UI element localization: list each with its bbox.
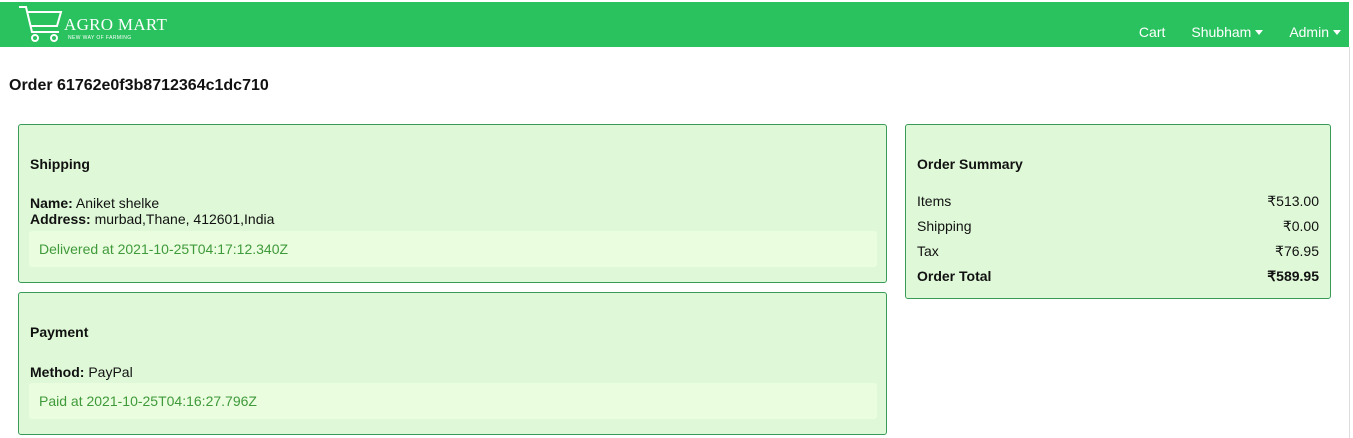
- summary-value: ₹0.00: [1282, 218, 1319, 234]
- caret-down-icon: [1333, 30, 1341, 35]
- payment-method: Method: PayPal: [30, 364, 133, 380]
- summary-row-total: Order Total ₹589.95: [917, 268, 1319, 286]
- nav-cart-link[interactable]: Cart: [1139, 24, 1165, 40]
- summary-label: Tax: [917, 243, 939, 259]
- shipping-name: Name: Aniket shelke: [30, 195, 159, 211]
- payment-status: Paid at 2021-10-25T04:16:27.796Z: [29, 383, 877, 419]
- shipping-address: Address: murbad,Thane, 412601,India: [30, 211, 274, 227]
- summary-row-tax: Tax ₹76.95: [917, 243, 1319, 261]
- shipping-card: Shipping Name: Aniket shelke Address: mu…: [18, 124, 887, 283]
- nav-menu: Cart Shubham Admin: [1113, 24, 1341, 40]
- name-value: Aniket shelke: [75, 195, 160, 211]
- summary-label: Order Total: [917, 268, 992, 284]
- page-title: Order 61762e0f3b8712364c1dc710: [9, 77, 269, 94]
- navbar: AGRO MART NEW WAY OF FARMING Cart Shubha…: [0, 2, 1349, 47]
- user-dropdown[interactable]: Shubham: [1191, 24, 1264, 40]
- user-dropdown-label: Shubham: [1191, 24, 1252, 40]
- brand-logo[interactable]: AGRO MART NEW WAY OF FARMING: [17, 4, 177, 44]
- brand-tagline: NEW WAY OF FARMING: [68, 35, 132, 41]
- summary-row-shipping: Shipping ₹0.00: [917, 218, 1319, 236]
- summary-value: ₹76.95: [1275, 243, 1319, 259]
- address-label: Address:: [30, 211, 91, 227]
- payment-card: Payment Method: PayPal Paid at 2021-10-2…: [18, 292, 887, 435]
- order-summary-card: Order Summary Items ₹513.00 Shipping ₹0.…: [905, 124, 1331, 299]
- scrollbar-edge: [1349, 47, 1350, 438]
- cart-logo-icon: [19, 6, 63, 42]
- delivery-status: Delivered at 2021-10-25T04:17:12.340Z: [29, 231, 877, 267]
- summary-label: Items: [917, 193, 952, 209]
- method-value: PayPal: [88, 364, 133, 380]
- admin-dropdown[interactable]: Admin: [1289, 24, 1341, 40]
- brand-name: AGRO MART: [64, 15, 168, 34]
- payment-heading: Payment: [30, 324, 89, 340]
- summary-row-items: Items ₹513.00: [917, 193, 1319, 211]
- name-label: Name:: [30, 195, 73, 211]
- address-value: murbad,Thane, 412601,India: [94, 211, 275, 227]
- method-label: Method:: [30, 364, 85, 380]
- shipping-heading: Shipping: [30, 156, 90, 172]
- caret-down-icon: [1255, 30, 1264, 35]
- summary-label: Shipping: [917, 218, 972, 234]
- summary-value: ₹513.00: [1267, 193, 1319, 209]
- order-summary-heading: Order Summary: [917, 156, 1023, 172]
- summary-value: ₹589.95: [1267, 268, 1319, 284]
- admin-dropdown-label: Admin: [1289, 24, 1329, 40]
